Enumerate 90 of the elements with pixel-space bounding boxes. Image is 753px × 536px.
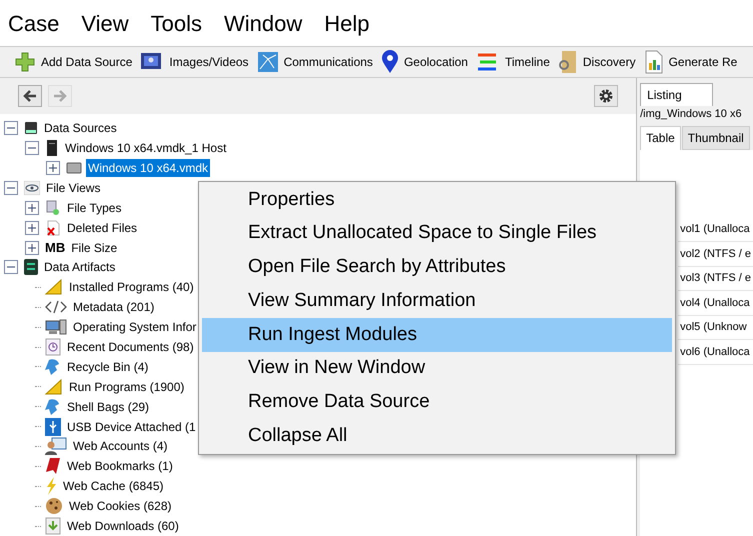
download-icon — [45, 517, 61, 536]
computer-icon — [45, 319, 67, 336]
toolbar-button[interactable]: Discovery — [558, 50, 636, 74]
clock-document-icon — [45, 338, 61, 356]
table-cell: vol2 (NTFS / e — [678, 242, 753, 266]
tree-item[interactable]: Metadata (201) — [71, 298, 156, 316]
user-card-icon — [45, 437, 67, 456]
expand-toggle[interactable] — [46, 161, 60, 176]
tree-item[interactable]: Data Artifacts — [42, 258, 118, 276]
file-types-icon — [45, 200, 61, 216]
tree-item[interactable]: File Size — [69, 238, 120, 257]
toolbar-button[interactable]: Communications — [256, 51, 373, 73]
cookie-icon — [45, 497, 63, 516]
toolbar-button[interactable]: Add Data Source — [14, 51, 132, 73]
table-cell: vol3 (NTFS / e — [678, 266, 753, 291]
drive-icon — [24, 121, 38, 136]
tree-item[interactable]: File Views — [44, 178, 102, 197]
toolbar-button[interactable]: Geolocation — [380, 50, 468, 74]
menu-item[interactable]: Properties — [202, 183, 672, 217]
menu-item[interactable]: View — [81, 6, 129, 40]
plus-icon — [14, 51, 36, 73]
expand-toggle[interactable] — [25, 200, 39, 215]
plus-icon — [28, 204, 36, 212]
tree-item[interactable]: Operating System Infor — [71, 318, 198, 336]
tree-item[interactable]: Web Downloads (60) — [65, 517, 181, 536]
menu-item[interactable]: Remove Data Source — [202, 386, 672, 420]
collapse-toggle[interactable] — [4, 260, 18, 274]
menu-item[interactable]: View in New Window — [202, 352, 672, 386]
menu-item[interactable]: Run Ingest Modules — [202, 318, 672, 352]
toolbar-button[interactable]: Generate Re — [644, 50, 738, 74]
report-icon — [644, 50, 664, 74]
tree-item[interactable]: Run Programs (1900) — [67, 378, 186, 396]
tree-item[interactable]: Shell Bags (29) — [65, 398, 152, 416]
tree-item[interactable]: File Types — [65, 198, 124, 217]
arrow-left-icon — [23, 90, 37, 102]
tab[interactable]: Thumbnail — [682, 126, 750, 150]
tree-item[interactable]: Windows 10 x64.vmdk_1 Host — [63, 139, 228, 158]
tree-item[interactable]: Web Cache (6845) — [61, 477, 166, 496]
bookmark-icon — [45, 457, 61, 476]
menu-item[interactable]: Open File Search by Attributes — [202, 250, 672, 284]
server-icon — [45, 140, 59, 156]
menu-item[interactable]: Extract Unallocated Space to Single Files — [202, 216, 672, 250]
arrow-right-icon — [53, 90, 67, 102]
menu-item[interactable]: Window — [224, 6, 302, 40]
code-icon — [45, 300, 67, 314]
menu-item[interactable]: View Summary Information — [202, 284, 672, 318]
menu-item[interactable]: Collapse All — [202, 419, 672, 453]
table-cell: vol1 (Unalloca — [678, 218, 753, 242]
lightning-icon — [45, 477, 57, 496]
table-cell: vol6 (Unalloca — [678, 340, 753, 364]
toolbar-button[interactable]: Timeline — [476, 51, 550, 73]
tree-item[interactable]: Data Sources — [42, 119, 119, 138]
back-button[interactable] — [18, 85, 42, 108]
tree-item[interactable]: Windows 10 x64.vmdk — [86, 159, 210, 178]
tree-item[interactable]: Recycle Bin (4) — [65, 358, 150, 376]
tree-item[interactable]: USB Device Attached (1 — [65, 418, 198, 436]
tree-item[interactable]: Recent Documents (98) — [65, 338, 196, 356]
gear-icon — [598, 88, 614, 104]
expand-toggle[interactable] — [25, 220, 39, 235]
menu-item[interactable]: Case — [8, 6, 60, 40]
table-cell: vol5 (Unknow — [678, 316, 753, 340]
size-label: MB — [45, 238, 66, 257]
eye-icon — [24, 180, 40, 195]
toolbar-button[interactable]: Images/Videos — [140, 51, 249, 73]
expand-toggle[interactable] — [25, 240, 39, 255]
tab[interactable]: Table — [640, 126, 681, 150]
plus-icon — [28, 244, 36, 252]
collapse-toggle[interactable] — [4, 180, 18, 195]
tree-item[interactable]: Web Accounts (4) — [71, 437, 170, 456]
tree-item[interactable]: Web Cookies (628) — [67, 497, 174, 516]
collapse-toggle[interactable] — [25, 141, 39, 156]
table-cell: vol4 (Unalloca — [678, 291, 753, 316]
menu-item[interactable]: Help — [324, 6, 370, 40]
path-label: /img_Windows 10 x6 — [640, 107, 743, 122]
usb-icon — [45, 418, 61, 436]
collapse-toggle[interactable] — [4, 121, 18, 136]
ruler-icon — [45, 279, 63, 296]
deleted-file-icon — [45, 220, 61, 236]
tab[interactable]: Listing — [640, 83, 714, 106]
tree-item[interactable]: Installed Programs (40) — [67, 278, 196, 296]
network-icon — [256, 51, 279, 73]
tree-item[interactable]: Web Bookmarks (1) — [65, 457, 175, 476]
tree-item[interactable]: Deleted Files — [65, 218, 140, 237]
ruler-icon — [45, 378, 63, 395]
artifacts-icon — [24, 259, 38, 276]
plus-icon — [28, 224, 36, 232]
menu-item[interactable]: Tools — [150, 6, 202, 40]
plus-icon — [49, 164, 57, 172]
map-pin-icon — [380, 50, 399, 74]
settings-button[interactable] — [594, 85, 618, 108]
